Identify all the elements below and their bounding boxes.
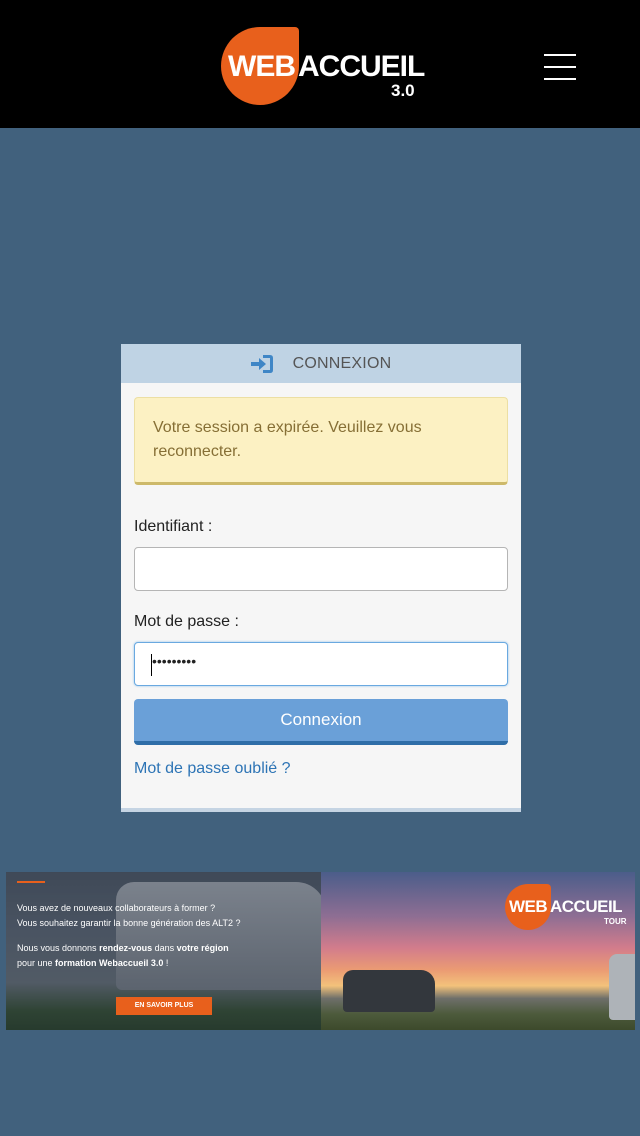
password-input[interactable]: ••••••••• [134, 642, 508, 686]
hamburger-menu-icon[interactable] [544, 54, 578, 80]
login-panel-title: CONNEXION [292, 354, 392, 372]
banner-line: Vous avez de nouveaux collaborateurs à f… [17, 903, 216, 913]
username-input[interactable] [134, 547, 508, 591]
promo-banner[interactable]: Vous avez de nouveaux collaborateurs à f… [6, 872, 635, 1030]
learn-more-button[interactable]: EN SAVOIR PLUS [116, 997, 212, 1015]
banner-line: Vous souhaitez garantir la bonne générat… [17, 918, 241, 928]
logo-accueil-text: ACCUEIL [298, 50, 425, 83]
banner-line: Nous vous donnons rendez-vous dans votre… [17, 943, 229, 953]
tour-logo-accueil: ACCUEIL [550, 897, 623, 916]
top-header: WEB ACCUEIL 3.0 [0, 0, 640, 128]
password-label: Mot de passe : [134, 613, 239, 630]
car-image [343, 970, 435, 1012]
login-panel: CONNEXION Votre session a expirée. Veuil… [121, 344, 521, 812]
banner-text: Vous avez de nouveaux collaborateurs à f… [17, 901, 317, 971]
login-button[interactable]: Connexion [134, 699, 508, 745]
banner-line: pour une formation Webaccueil 3.0 ! [17, 958, 169, 968]
tour-logo-web: WEB [509, 897, 548, 916]
session-expired-alert: Votre session a expirée. Veuillez vous r… [134, 397, 508, 485]
password-masked-value: ••••••••• [152, 653, 197, 669]
hamburger-line [544, 54, 576, 56]
forgot-password-link[interactable]: Mot de passe oublié ? [134, 760, 291, 778]
sign-in-icon [250, 354, 273, 373]
logo-version-text: 3.0 [391, 81, 415, 100]
logo-web-text: WEB [228, 50, 296, 83]
webaccueil-tour-logo: WEB ACCUEIL TOUR [505, 884, 630, 934]
username-label: Identifiant : [134, 518, 213, 535]
webaccueil-logo[interactable]: WEB ACCUEIL 3.0 [221, 27, 431, 107]
hamburger-line [544, 66, 576, 68]
caravan-image [609, 954, 635, 1020]
tour-logo-tour: TOUR [604, 917, 627, 926]
banner-accent-line [17, 881, 45, 883]
hamburger-line [544, 78, 576, 80]
login-panel-header: CONNEXION [121, 344, 521, 383]
